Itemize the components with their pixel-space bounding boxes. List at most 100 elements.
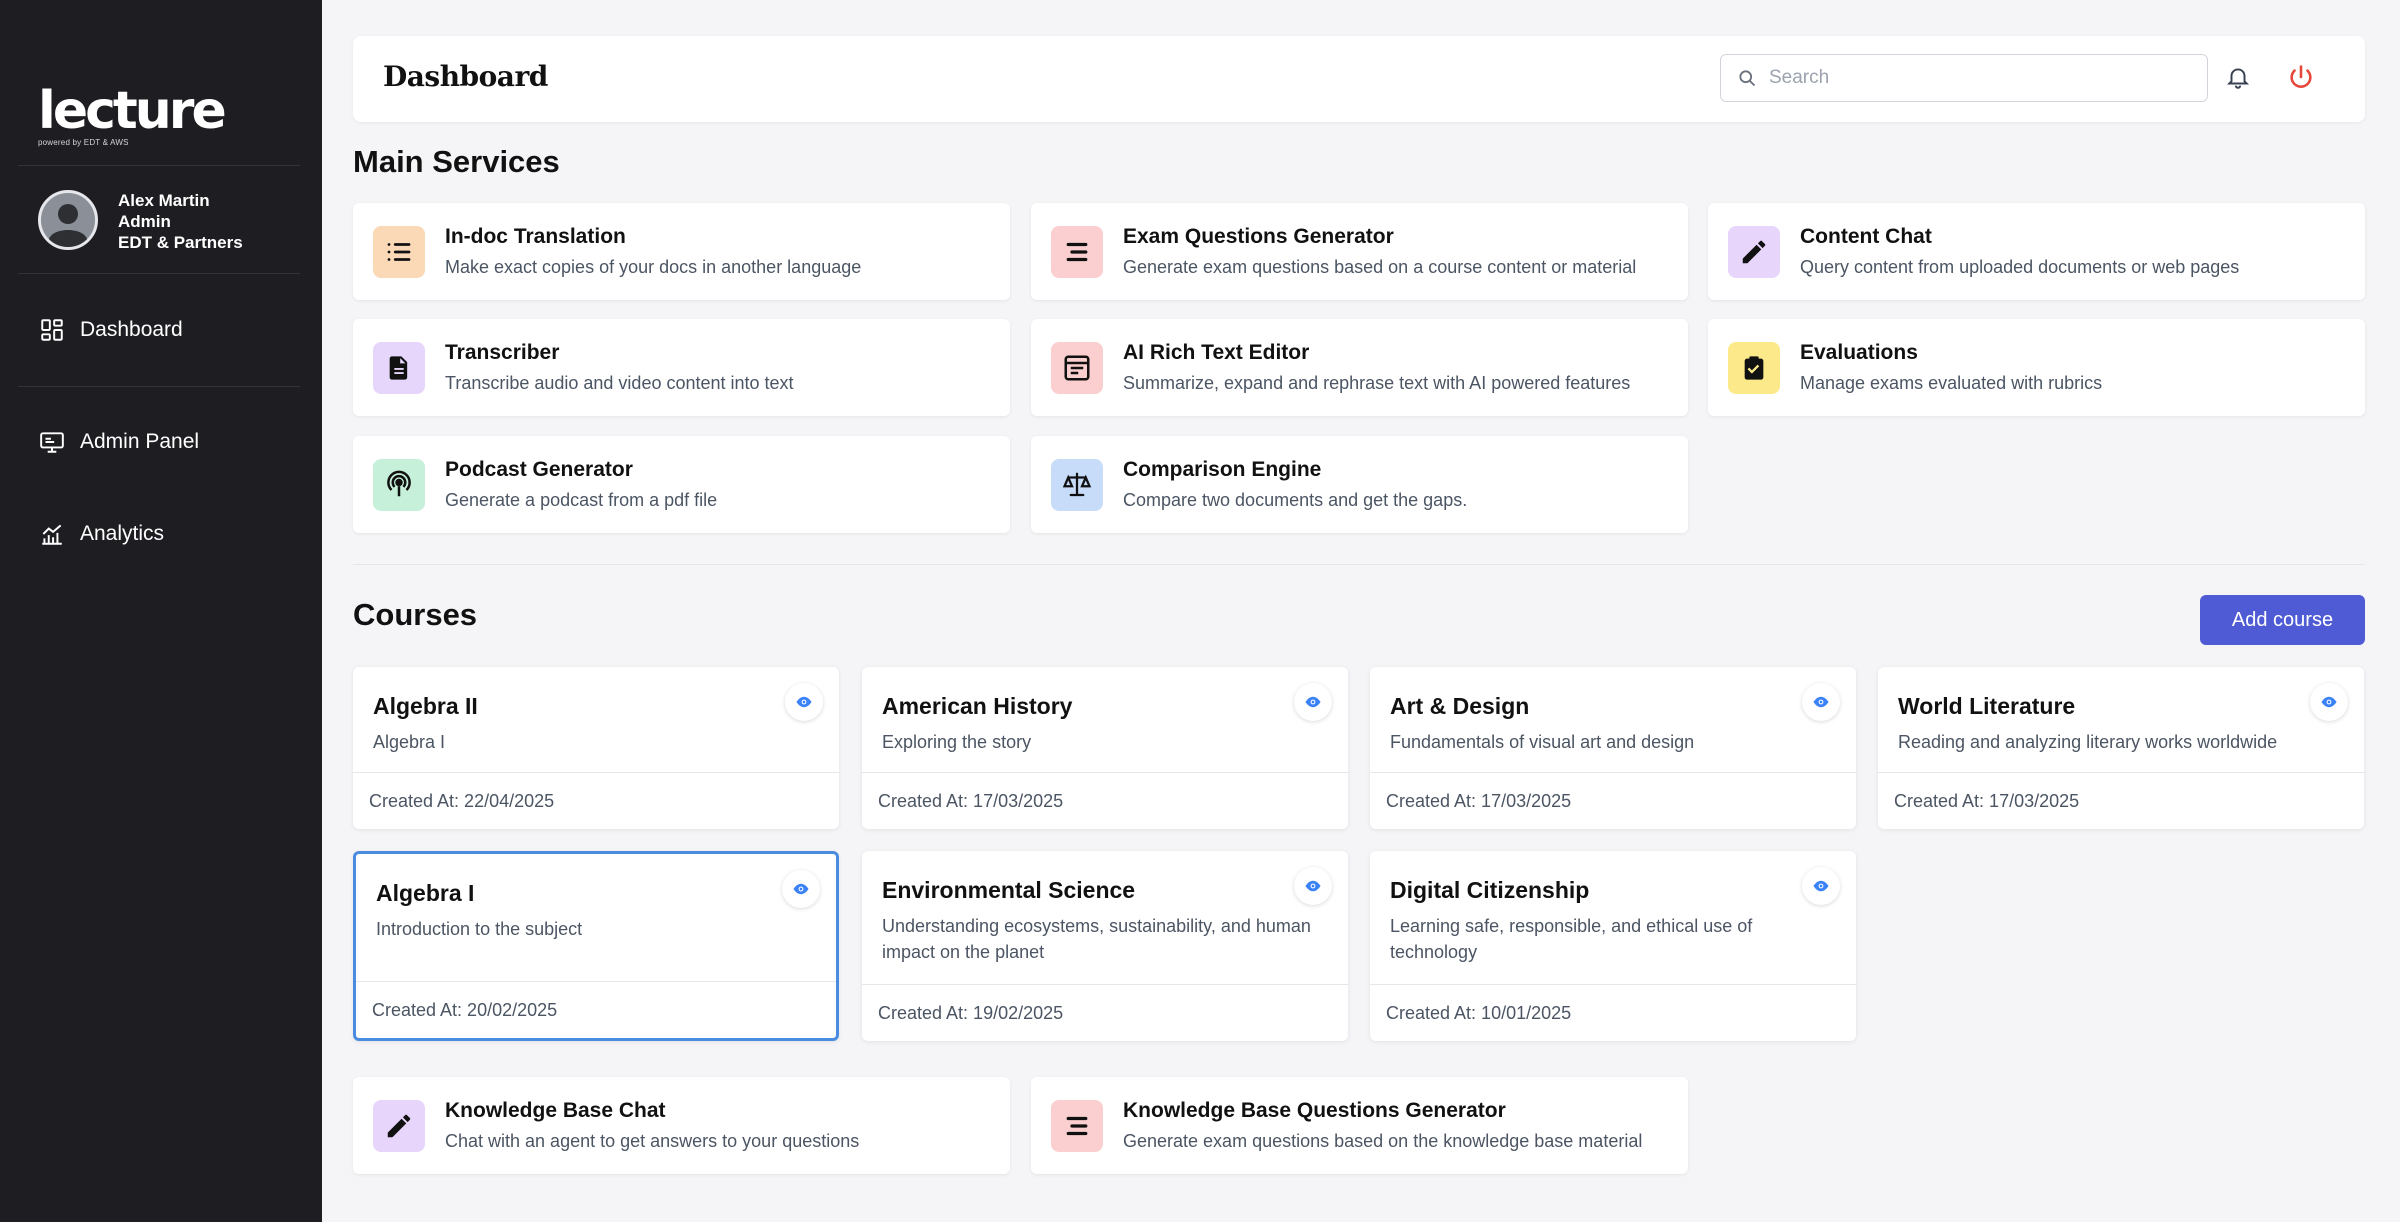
service-card-in-doc-translation[interactable]: In-doc Translation Make exact copies of … bbox=[353, 203, 1010, 300]
course-created-date: Created At: 17/03/2025 bbox=[1386, 791, 1572, 811]
top-header: Dashboard bbox=[353, 36, 2365, 122]
course-footer: Created At: 10/01/2025 bbox=[1370, 984, 1856, 1041]
service-card-comparison-engine[interactable]: Comparison Engine Compare two documents … bbox=[1031, 436, 1688, 533]
course-card-environmental-science[interactable]: Environmental Science Understanding ecos… bbox=[862, 851, 1348, 1041]
logout-button[interactable] bbox=[2284, 62, 2318, 96]
avatar bbox=[38, 190, 98, 250]
service-description: Query content from uploaded documents or… bbox=[1800, 257, 2240, 277]
eye-icon[interactable] bbox=[1294, 683, 1332, 721]
notifications-button[interactable] bbox=[2221, 62, 2255, 96]
search-input[interactable] bbox=[1769, 67, 2189, 89]
lines-icon bbox=[1051, 1099, 1103, 1152]
user-profile[interactable]: Alex Martin Admin EDT & Partners bbox=[38, 190, 243, 253]
course-created-date: Created At: 22/04/2025 bbox=[369, 791, 555, 811]
course-card-algebra-ii[interactable]: Algebra II Algebra I Created At: 22/04/2… bbox=[353, 667, 839, 829]
course-card-digital-citizenship[interactable]: Digital Citizenship Learning safe, respo… bbox=[1370, 851, 1856, 1041]
service-title: Content Chat bbox=[1800, 225, 1932, 248]
sidebar-divider bbox=[18, 165, 300, 166]
page-title: Dashboard bbox=[383, 60, 548, 93]
sidebar: lecture powered by EDT & AWS Alex Martin… bbox=[0, 0, 322, 1222]
service-title: AI Rich Text Editor bbox=[1123, 341, 1310, 364]
course-card-algebra-i[interactable]: Algebra I Introduction to the subject Cr… bbox=[353, 851, 839, 1041]
podcast-icon bbox=[373, 458, 425, 511]
service-title: Comparison Engine bbox=[1123, 458, 1322, 481]
course-title: Art & Design bbox=[1390, 693, 1530, 719]
service-card-transcriber[interactable]: Transcriber Transcribe audio and video c… bbox=[353, 319, 1010, 416]
course-created-date: Created At: 10/01/2025 bbox=[1386, 1003, 1572, 1023]
service-card-exam-questions-generator[interactable]: Exam Questions Generator Generate exam q… bbox=[1031, 203, 1688, 300]
service-description: Generate a podcast from a pdf file bbox=[445, 490, 718, 510]
service-card-podcast-generator[interactable]: Podcast Generator Generate a podcast fro… bbox=[353, 436, 1010, 533]
service-description: Transcribe audio and video content into … bbox=[445, 373, 794, 393]
eye-icon[interactable] bbox=[2310, 683, 2348, 721]
service-description: Make exact copies of your docs in anothe… bbox=[445, 257, 862, 277]
eye-icon[interactable] bbox=[1802, 867, 1840, 905]
course-footer: Created At: 20/02/2025 bbox=[356, 981, 836, 1038]
service-description: Summarize, expand and rephrase text with… bbox=[1123, 373, 1631, 393]
user-name: Alex Martin bbox=[118, 191, 210, 210]
service-description: Generate exam questions based on the kno… bbox=[1123, 1131, 1643, 1151]
list-icon bbox=[373, 225, 425, 278]
service-title: Podcast Generator bbox=[445, 458, 633, 481]
lines-icon bbox=[1051, 225, 1103, 278]
sidebar-item-dashboard[interactable]: Dashboard bbox=[38, 316, 183, 344]
course-created-date: Created At: 17/03/2025 bbox=[1894, 791, 2080, 811]
eye-icon[interactable] bbox=[782, 870, 820, 908]
course-card-american-history[interactable]: American History Exploring the story Cre… bbox=[862, 667, 1348, 829]
course-description: Algebra I bbox=[373, 732, 446, 752]
course-footer: Created At: 17/03/2025 bbox=[862, 772, 1348, 829]
course-title: Algebra I bbox=[376, 880, 475, 906]
sidebar-divider bbox=[18, 273, 300, 274]
user-role: Admin bbox=[118, 212, 171, 231]
course-description: Learning safe, responsible, and ethical … bbox=[1390, 916, 1753, 962]
course-card-art-and-design[interactable]: Art & Design Fundamentals of visual art … bbox=[1370, 667, 1856, 829]
lecture-logo[interactable]: lecture powered by EDT & AWS bbox=[38, 81, 227, 147]
sidebar-item-admin-panel[interactable]: Admin Panel bbox=[38, 428, 199, 456]
course-footer: Created At: 17/03/2025 bbox=[1878, 772, 2364, 829]
add-course-button[interactable]: Add course bbox=[2200, 595, 2365, 645]
section-divider bbox=[353, 564, 2365, 565]
pencil-icon bbox=[1728, 225, 1780, 278]
power-icon bbox=[2287, 63, 2315, 96]
course-title: World Literature bbox=[1898, 693, 2076, 719]
service-description: Generate exam questions based on a cours… bbox=[1123, 257, 1637, 277]
service-card-content-chat[interactable]: Content Chat Query content from uploaded… bbox=[1708, 203, 2365, 300]
service-title: Evaluations bbox=[1800, 341, 1918, 364]
analytics-icon bbox=[38, 520, 66, 548]
service-description: Chat with an agent to get answers to you… bbox=[445, 1131, 860, 1151]
admin-panel-icon bbox=[38, 428, 66, 456]
service-card-evaluations[interactable]: Evaluations Manage exams evaluated with … bbox=[1708, 319, 2365, 416]
eye-icon[interactable] bbox=[1294, 867, 1332, 905]
sidebar-divider bbox=[18, 386, 300, 387]
clipboard-check-icon bbox=[1728, 341, 1780, 394]
service-card-knowledge-base-questions-generator[interactable]: Knowledge Base Questions Generator Gener… bbox=[1031, 1077, 1688, 1174]
sidebar-item-analytics[interactable]: Analytics bbox=[38, 520, 164, 548]
course-footer: Created At: 17/03/2025 bbox=[1370, 772, 1856, 829]
service-title: Knowledge Base Chat bbox=[445, 1099, 666, 1122]
eye-icon[interactable] bbox=[1802, 683, 1840, 721]
sidebar-item-label: Analytics bbox=[80, 522, 165, 545]
service-description: Manage exams evaluated with rubrics bbox=[1800, 373, 2103, 393]
course-description: Fundamentals of visual art and design bbox=[1390, 732, 1695, 752]
search-icon bbox=[1735, 66, 1759, 90]
service-card-ai-rich-text-editor[interactable]: AI Rich Text Editor Summarize, expand an… bbox=[1031, 319, 1688, 416]
eye-icon[interactable] bbox=[785, 683, 823, 721]
course-footer: Created At: 19/02/2025 bbox=[862, 984, 1348, 1041]
courses-title: Courses bbox=[353, 597, 478, 632]
service-card-knowledge-base-chat[interactable]: Knowledge Base Chat Chat with an agent t… bbox=[353, 1077, 1010, 1174]
course-description: Understanding ecosystems, sustainability… bbox=[882, 916, 1311, 962]
document-icon bbox=[373, 341, 425, 394]
logo-text: lecture bbox=[38, 81, 227, 141]
search-box[interactable] bbox=[1720, 54, 2208, 102]
sidebar-item-label: Admin Panel bbox=[80, 430, 200, 453]
course-card-world-literature[interactable]: World Literature Reading and analyzing l… bbox=[1878, 667, 2364, 829]
course-title: Algebra II bbox=[373, 693, 478, 719]
course-title: Environmental Science bbox=[882, 877, 1136, 903]
course-footer: Created At: 22/04/2025 bbox=[353, 772, 839, 829]
service-title: In-doc Translation bbox=[445, 225, 626, 248]
course-description: Reading and analyzing literary works wor… bbox=[1898, 732, 2278, 752]
main-services-title: Main Services bbox=[353, 144, 560, 179]
course-created-date: Created At: 20/02/2025 bbox=[372, 1000, 558, 1020]
course-created-date: Created At: 17/03/2025 bbox=[878, 791, 1064, 811]
service-title: Transcriber bbox=[445, 341, 560, 364]
